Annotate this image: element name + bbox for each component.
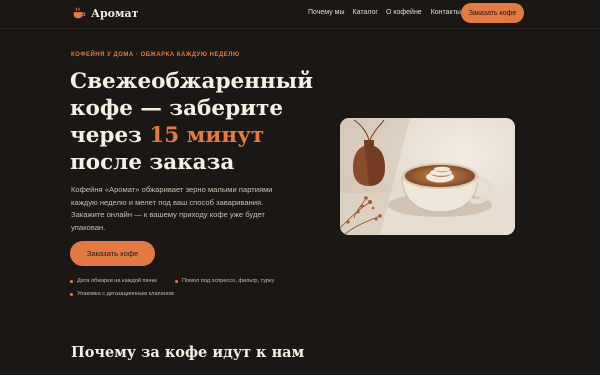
hero-eyebrow: КОФЕЙНЯ У ДОМА · ОБЖАРКА КАЖДУЮ НЕДЕЛЮ [71, 52, 240, 58]
nav-link-why[interactable]: Почему мы [308, 9, 345, 16]
feature-item-packaging: Упаковка с дегазационным клапаном [70, 291, 174, 297]
brand-name: Аромат [91, 6, 139, 20]
feature-item-grind: Помол под эспрессо, фильтр, турку [175, 278, 274, 284]
feature-label: Помол под эспрессо, фильтр, турку [182, 278, 275, 284]
feature-label: Дата обжарки на каждой пачке [77, 278, 158, 284]
section-title-why-us: Почему за кофе идут к нам [71, 344, 305, 361]
nav-link-contacts[interactable]: Контакты [431, 9, 461, 16]
nav-link-catalog[interactable]: Каталог [353, 9, 378, 16]
bullet-dot-icon [70, 292, 73, 296]
logo[interactable]: Аромат [72, 6, 139, 20]
nav-links: Почему мы Каталог О кофейне Контакты [308, 9, 461, 16]
nav-order-button[interactable]: Заказать кофе [461, 3, 524, 23]
hero-lead: Кофейня «Аромат» обжаривает зерно малыми… [71, 185, 273, 232]
bullet-dot-icon [175, 279, 178, 283]
top-nav: Аромат Почему мы Каталог О кофейне Конта… [0, 0, 600, 29]
hero-title-part2: после заказа [70, 150, 235, 175]
feature-item-roast-date: Дата обжарки на каждой пачке [70, 278, 157, 284]
hero-order-button[interactable]: Заказать кофе [70, 241, 155, 266]
feature-label: Упаковка с дегазационным клапаном [77, 291, 174, 297]
latte-art-cup-illustration [340, 118, 515, 235]
hero-title: Свежеобжаренный кофе — заберите через 15… [70, 68, 330, 176]
hero-coffee-image [340, 118, 515, 235]
nav-link-about[interactable]: О кофейне [386, 9, 422, 16]
bullet-dot-icon [70, 279, 73, 283]
coffee-cup-icon [73, 7, 86, 19]
hero-title-accent: 15 минут [149, 123, 265, 148]
